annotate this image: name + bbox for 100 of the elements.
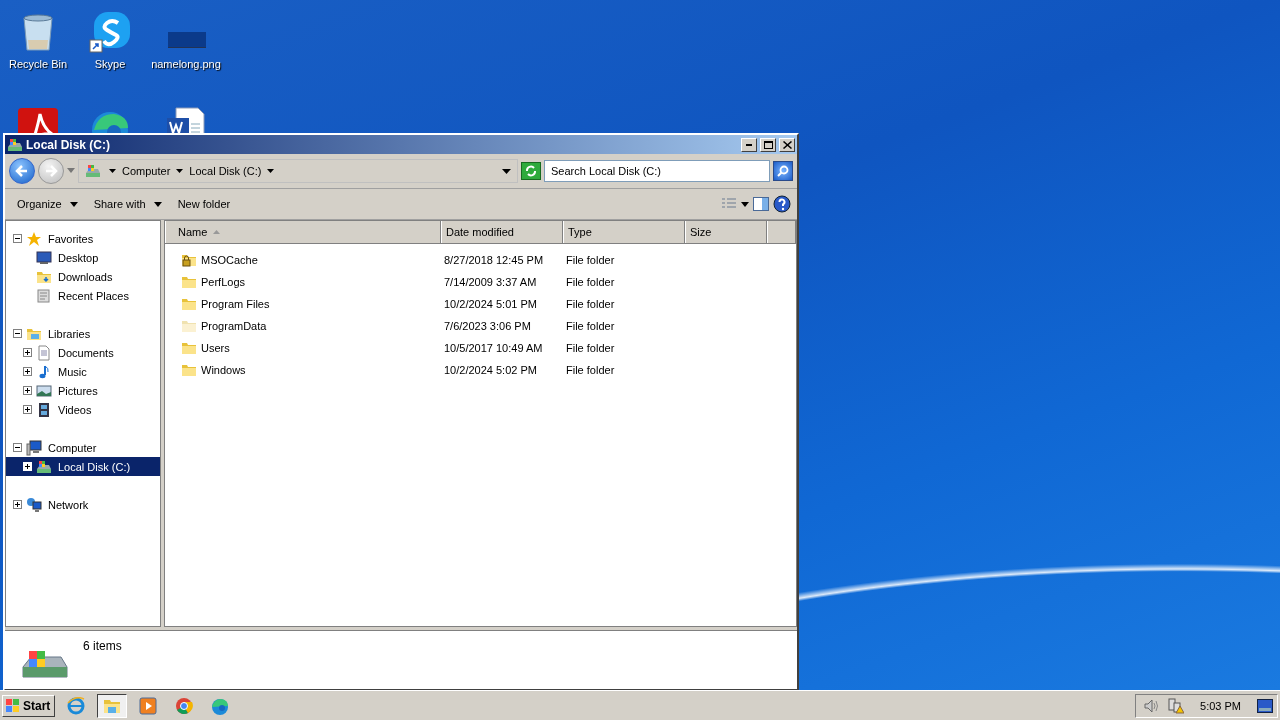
type-cell-text: File folder [565, 298, 616, 310]
type-cell-text: File folder [565, 320, 616, 332]
icon-label: namelong.png [151, 58, 221, 70]
drive-icon [85, 163, 103, 179]
close-icon [782, 140, 792, 149]
browser-icon [67, 696, 86, 715]
tree-item[interactable]: Favorites [6, 229, 160, 248]
type-cell-text: File folder [565, 364, 616, 376]
tree-item[interactable]: Music [6, 362, 160, 381]
caret-icon [267, 169, 275, 173]
tree-item[interactable]: Libraries [6, 324, 160, 343]
folder-icon [181, 318, 197, 334]
date-cell-text: 10/5/2017 10:49 AM [443, 342, 544, 354]
column-header[interactable] [767, 221, 796, 243]
tree-item[interactable]: Downloads [6, 267, 160, 286]
breadcrumb[interactable]: Local Disk (C:) [189, 165, 275, 177]
refresh-button[interactable] [521, 162, 541, 180]
show-desktop-icon[interactable] [1257, 698, 1273, 713]
search-button[interactable] [773, 161, 793, 181]
expand-icon[interactable] [23, 348, 32, 357]
picture-icon [36, 382, 52, 399]
refresh-icon [525, 165, 537, 177]
tree-item[interactable]: Videos [6, 400, 160, 419]
file-name[interactable]: PerfLogs [165, 274, 439, 290]
tree-item[interactable]: Network [6, 495, 160, 514]
windows-logo-icon [5, 697, 21, 714]
type-cell-text: File folder [565, 254, 616, 266]
column-header[interactable]: Date modified [441, 221, 563, 243]
taskbar-button[interactable] [97, 693, 128, 718]
caret-icon [69, 201, 78, 207]
tree-item[interactable]: Documents [6, 343, 160, 362]
tree-item[interactable]: Desktop [6, 248, 160, 267]
type-cell-text: File folder [565, 342, 616, 354]
recent-places-icon [36, 287, 52, 304]
drive-icon [7, 136, 23, 153]
folder-icon [181, 362, 197, 378]
file-name[interactable]: Windows [165, 362, 439, 378]
tree-item[interactable]: Local Disk (C:) [6, 457, 160, 476]
media-player-icon [139, 696, 158, 715]
collapse-icon[interactable] [13, 329, 22, 338]
expand-icon[interactable] [23, 462, 32, 471]
file-name[interactable]: MSOCache [165, 252, 439, 268]
date-cell-text: 10/2/2024 5:02 PM [443, 364, 538, 376]
tree-item[interactable]: Pictures [6, 381, 160, 400]
tree-item[interactable]: Recent Places [6, 286, 160, 305]
expand-icon[interactable] [13, 500, 22, 509]
chrome-icon [175, 696, 194, 715]
file-name[interactable]: Users [165, 340, 439, 356]
expand-icon[interactable] [23, 386, 32, 395]
expand-icon[interactable] [23, 405, 32, 414]
date-cell-text: 7/6/2023 3:06 PM [443, 320, 532, 332]
skype-icon[interactable] [88, 10, 132, 54]
monitor-icon [36, 249, 52, 266]
folder-icon [181, 296, 197, 312]
arrow-left-icon [15, 164, 29, 178]
minimize-button[interactable] [741, 137, 757, 152]
address-bar[interactable]: Computer Local Disk (C:) [78, 159, 518, 183]
back-button[interactable] [9, 158, 35, 184]
command-button[interactable]: Share with [87, 194, 168, 214]
collapse-icon[interactable] [13, 234, 22, 243]
speaker-icon[interactable] [1144, 698, 1159, 713]
caret-icon [153, 201, 162, 207]
file-name[interactable]: Program Files [165, 296, 439, 312]
help-icon[interactable] [773, 195, 791, 213]
network-warning-icon[interactable] [1168, 697, 1185, 714]
file-name[interactable]: ProgramData [165, 318, 439, 334]
collapse-icon[interactable] [13, 443, 22, 452]
start-button[interactable]: Start [2, 694, 56, 717]
caret-icon[interactable] [741, 201, 749, 207]
type-cell-text: File folder [565, 276, 616, 288]
clock[interactable]: 5:03 PM [1194, 699, 1247, 712]
command-button[interactable]: Organize [11, 194, 84, 214]
document-icon [36, 344, 52, 361]
maximize-button[interactable] [760, 137, 776, 152]
maximize-icon [763, 140, 773, 149]
star-icon [26, 230, 42, 247]
folder-icon [181, 274, 197, 290]
icon-label: Recycle Bin [8, 58, 68, 70]
caret-icon[interactable] [502, 168, 511, 174]
column-header[interactable]: Type [563, 221, 685, 243]
forward-button[interactable] [38, 158, 64, 184]
minimize-icon [746, 143, 752, 146]
locked-folder-icon [181, 252, 197, 268]
arrow-right-icon [44, 164, 58, 178]
caret-icon[interactable] [109, 169, 116, 173]
column-header[interactable]: Name [165, 221, 441, 243]
computer-icon [26, 439, 42, 456]
preview-pane-icon[interactable] [753, 197, 769, 211]
tree-item[interactable]: Computer [6, 438, 160, 457]
command-button[interactable]: New folder [171, 194, 237, 214]
film-icon [36, 401, 52, 418]
folder-icon [181, 340, 197, 356]
breadcrumb[interactable]: Computer [122, 165, 184, 177]
expand-icon[interactable] [23, 367, 32, 376]
network-icon [26, 496, 42, 513]
column-header[interactable]: Size [685, 221, 767, 243]
date-cell-text: 7/14/2009 3:37 AM [443, 276, 538, 288]
close-button[interactable] [779, 137, 795, 152]
window-title: Local Disk (C:) [26, 137, 111, 152]
search-field[interactable]: Search Local Disk (C:) [544, 160, 770, 182]
